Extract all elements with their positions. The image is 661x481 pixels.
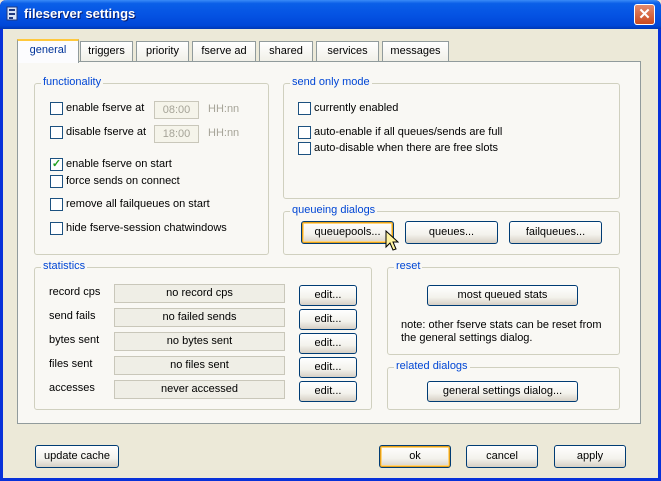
ok-button[interactable]: ok	[379, 445, 451, 468]
currently-enabled-checkbox[interactable]: currently enabled	[298, 101, 398, 115]
queueing-dialogs-label: queueing dialogs	[290, 204, 378, 216]
checkbox-box	[50, 221, 63, 235]
currently-enabled-label: currently enabled	[314, 102, 399, 114]
stat-label-record-cps: record cps	[49, 286, 101, 298]
stat-value-record-cps: no record cps	[114, 284, 285, 303]
edit-bytes-sent-button[interactable]: edit...	[299, 333, 357, 354]
enable-on-start-checkbox[interactable]: ✓ enable fserve on start	[50, 157, 172, 171]
enable-on-start-label: enable fserve on start	[66, 158, 172, 170]
general-settings-dialog-button[interactable]: general settings dialog...	[427, 381, 578, 402]
tab-fserve-ad[interactable]: fserve ad	[192, 41, 256, 62]
checkbox-box	[298, 141, 311, 155]
auto-enable-checkbox[interactable]: auto-enable if all queues/sends are full	[298, 125, 502, 139]
tab-triggers[interactable]: triggers	[80, 41, 133, 62]
mouse-cursor-icon	[385, 230, 399, 251]
most-queued-stats-button[interactable]: most queued stats	[427, 285, 578, 306]
cancel-button[interactable]: cancel	[466, 445, 538, 468]
window-title: fileserver settings	[24, 6, 136, 21]
hide-chatwindows-checkbox[interactable]: hide fserve-session chatwindows	[50, 221, 227, 235]
edit-accesses-button[interactable]: edit...	[299, 381, 357, 402]
app-icon	[6, 6, 18, 21]
stat-value-bytes-sent: no bytes sent	[114, 332, 285, 351]
stat-value-send-fails: no failed sends	[114, 308, 285, 327]
close-button[interactable]: ✕	[634, 4, 655, 25]
stat-label-send-fails: send fails	[49, 310, 96, 322]
checkbox-box	[50, 174, 63, 188]
statistics-label: statistics	[41, 260, 88, 272]
functionality-group-label: functionality	[41, 76, 104, 88]
close-icon: ✕	[638, 6, 651, 23]
send-only-mode-label: send only mode	[290, 76, 372, 88]
update-cache-button[interactable]: update cache	[35, 445, 119, 468]
stat-value-files-sent: no files sent	[114, 356, 285, 375]
auto-disable-label: auto-disable when there are free slots	[314, 142, 499, 154]
reset-note: note: other fserve stats can be reset fr…	[401, 319, 602, 345]
tab-general[interactable]: general	[17, 39, 79, 63]
disable-time-format-hint: HH:nn	[208, 127, 240, 139]
apply-button[interactable]: apply	[554, 445, 626, 468]
edit-send-fails-button[interactable]: edit...	[299, 309, 357, 330]
reset-note-line2: the general settings dialog.	[401, 332, 533, 344]
stat-label-bytes-sent: bytes sent	[49, 334, 100, 346]
checkbox-box	[50, 101, 63, 115]
disable-fserve-at-checkbox[interactable]: disable fserve at	[50, 125, 146, 139]
edit-files-sent-button[interactable]: edit...	[299, 357, 357, 378]
checkbox-box	[50, 197, 63, 211]
checkbox-box	[50, 125, 63, 139]
related-dialogs-label: related dialogs	[394, 360, 470, 372]
force-sends-checkbox[interactable]: force sends on connect	[50, 174, 180, 188]
force-sends-label: force sends on connect	[66, 175, 180, 187]
checkbox-box	[298, 125, 311, 139]
stat-value-accesses: never accessed	[114, 380, 285, 399]
queues-button[interactable]: queues...	[405, 221, 498, 244]
auto-enable-label: auto-enable if all queues/sends are full	[314, 126, 503, 138]
enable-fserve-at-checkbox[interactable]: enable fserve at	[50, 101, 144, 115]
remove-failqueues-checkbox[interactable]: remove all failqueues on start	[50, 197, 210, 211]
checkbox-box	[298, 101, 311, 115]
tab-shared[interactable]: shared	[259, 41, 313, 62]
enable-fserve-at-label: enable fserve at	[66, 102, 145, 114]
tab-messages[interactable]: messages	[382, 41, 449, 62]
disable-time-input[interactable]: 18:00	[154, 125, 199, 143]
reset-note-line1: note: other fserve stats can be reset fr…	[401, 319, 602, 331]
reset-label: reset	[394, 260, 423, 272]
edit-record-cps-button[interactable]: edit...	[299, 285, 357, 306]
queuepools-button[interactable]: queuepools...	[301, 221, 394, 244]
remove-failqueues-label: remove all failqueues on start	[66, 198, 210, 210]
tab-services[interactable]: services	[316, 41, 379, 62]
auto-disable-checkbox[interactable]: auto-disable when there are free slots	[298, 141, 498, 155]
hide-chatwindows-label: hide fserve-session chatwindows	[66, 222, 227, 234]
stat-label-files-sent: files sent	[49, 358, 93, 370]
title-bar[interactable]: fileserver settings ✕	[0, 0, 661, 29]
tab-priority[interactable]: priority	[136, 41, 189, 62]
failqueues-button[interactable]: failqueues...	[509, 221, 602, 244]
enable-time-format-hint: HH:nn	[208, 103, 240, 115]
disable-fserve-at-label: disable fserve at	[66, 126, 147, 138]
checkmark-icon: ✓	[50, 157, 63, 171]
stat-label-accesses: accesses	[49, 382, 95, 394]
enable-time-input[interactable]: 08:00	[154, 101, 199, 119]
